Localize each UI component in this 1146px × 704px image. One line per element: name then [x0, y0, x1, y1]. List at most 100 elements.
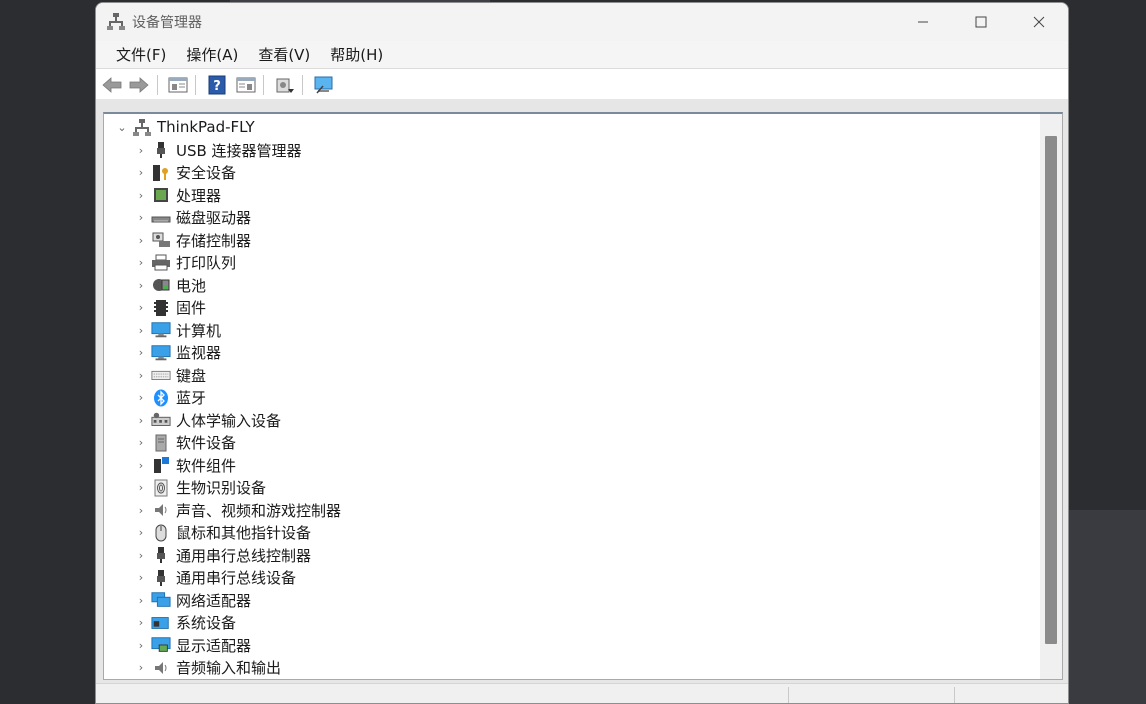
chevron-right-icon[interactable]: ›	[131, 526, 151, 539]
menu-bar: 文件(F) 操作(A) 查看(V) 帮助(H)	[96, 41, 1068, 69]
chevron-right-icon[interactable]: ›	[131, 414, 151, 427]
chevron-right-icon[interactable]: ›	[131, 481, 151, 494]
status-divider	[788, 687, 789, 703]
svg-text:?: ?	[213, 79, 221, 94]
forward-icon	[129, 77, 149, 93]
chevron-right-icon[interactable]: ›	[131, 234, 151, 247]
printer-icon	[151, 254, 171, 272]
tree-node[interactable]: › 打印队列	[131, 252, 236, 274]
device-manager-icon	[107, 12, 125, 30]
tree-node-label: 网络适配器	[176, 591, 252, 610]
title-bar[interactable]: 设备管理器	[96, 3, 1068, 41]
chevron-right-icon[interactable]: ›	[131, 256, 151, 269]
tree-node[interactable]: › 键盘	[131, 364, 206, 386]
scan-hardware-button[interactable]	[312, 74, 336, 96]
chevron-right-icon[interactable]: ›	[131, 639, 151, 652]
usb-device-icon	[151, 569, 171, 587]
chevron-right-icon[interactable]: ›	[131, 616, 151, 629]
tree-node[interactable]: › 通用串行总线设备	[131, 567, 296, 589]
tree-node[interactable]: › 固件	[131, 297, 206, 319]
chevron-right-icon[interactable]: ›	[131, 279, 151, 292]
tree-node[interactable]: › 计算机	[131, 319, 221, 341]
tree-node[interactable]: › 蓝牙	[131, 387, 206, 409]
toolbar-separator	[302, 75, 303, 95]
tree-node[interactable]: › 网络适配器	[131, 589, 251, 611]
tree-node[interactable]: › 安全设备	[131, 162, 236, 184]
chevron-right-icon[interactable]: ›	[131, 436, 151, 449]
tree-node[interactable]: › 存储控制器	[131, 229, 251, 251]
maximize-button[interactable]	[952, 3, 1010, 41]
device-tree[interactable]: ⌄ ThinkPad-FLY › USB 连接器管理器 › 安全设备 › 处理器 › 磁盘驱动…	[103, 112, 1063, 680]
chevron-down-icon[interactable]: ⌄	[112, 121, 132, 134]
tree-node[interactable]: › USB 连接器管理器	[131, 139, 302, 161]
tree-node[interactable]: › 鼠标和其他指针设备	[131, 522, 311, 544]
keyboard-icon	[151, 366, 171, 384]
device-manager-window: 设备管理器 文件(F) 操作(A) 查看(V) 帮助(H) ? ⌄ ThinkP…	[95, 2, 1069, 704]
tree-node-label: 存储控制器	[176, 231, 252, 250]
chevron-right-icon[interactable]: ›	[131, 166, 151, 179]
tree-root-label: ThinkPad-FLY	[157, 118, 255, 136]
display-adapter-icon	[151, 636, 171, 654]
menu-help[interactable]: 帮助(H)	[320, 41, 393, 69]
tree-node[interactable]: › 声音、视频和游戏控制器	[131, 499, 341, 521]
tree-node-label: 通用串行总线设备	[176, 569, 297, 587]
show-hide-pane-icon	[236, 77, 256, 93]
chevron-right-icon[interactable]: ›	[131, 504, 151, 517]
tree-node[interactable]: › 处理器	[131, 184, 221, 206]
tree-node[interactable]: › 软件组件	[131, 454, 236, 476]
help-button[interactable]: ?	[205, 74, 229, 96]
properties-pane-button[interactable]	[166, 74, 190, 96]
toolbar: ?	[96, 70, 1068, 100]
tree-node[interactable]: › 生物识别设备	[131, 477, 266, 499]
forward-button[interactable]	[127, 74, 151, 96]
tree-node-label: USB 连接器管理器	[176, 141, 302, 160]
menu-file[interactable]: 文件(F)	[106, 41, 176, 69]
tree-root-node[interactable]: ⌄ ThinkPad-FLY	[112, 116, 255, 138]
tree-node-label: 电池	[176, 276, 207, 295]
tree-node-label: 显示适配器	[176, 636, 252, 655]
firmware-icon	[151, 299, 171, 317]
chevron-right-icon[interactable]: ›	[131, 346, 151, 359]
tree-node[interactable]: › 显示适配器	[131, 634, 251, 656]
vertical-scrollbar[interactable]	[1040, 114, 1062, 679]
tree-node-label: 蓝牙	[176, 389, 207, 407]
maximize-icon	[975, 16, 987, 28]
biometric-icon	[151, 479, 171, 497]
chevron-right-icon[interactable]: ›	[131, 594, 151, 607]
chevron-right-icon[interactable]: ›	[131, 571, 151, 584]
tree-node-label: 计算机	[176, 321, 222, 340]
menu-view[interactable]: 查看(V)	[248, 41, 320, 69]
chevron-right-icon[interactable]: ›	[131, 144, 151, 157]
minimize-button[interactable]	[894, 3, 952, 41]
chevron-right-icon[interactable]: ›	[131, 324, 151, 337]
update-driver-button[interactable]	[273, 74, 297, 96]
tree-node[interactable]: › 软件设备	[131, 432, 236, 454]
chevron-right-icon[interactable]: ›	[131, 369, 151, 382]
chevron-right-icon[interactable]: ›	[131, 549, 151, 562]
tree-node[interactable]: › 通用串行总线控制器	[131, 544, 311, 566]
tree-node[interactable]: › 音频输入和输出	[131, 657, 281, 679]
usb-controller-icon	[151, 546, 171, 564]
tree-node-label: 系统设备	[176, 614, 237, 632]
scroll-thumb[interactable]	[1045, 136, 1057, 644]
close-button[interactable]	[1010, 3, 1068, 41]
tree-node-label: 通用串行总线控制器	[176, 546, 312, 565]
back-button[interactable]	[100, 74, 124, 96]
chevron-right-icon[interactable]: ›	[131, 189, 151, 202]
chevron-right-icon[interactable]: ›	[131, 459, 151, 472]
hid-icon	[151, 411, 171, 429]
tree-node[interactable]: › 电池	[131, 274, 206, 296]
tree-node-label: 处理器	[176, 186, 222, 205]
chevron-right-icon[interactable]: ›	[131, 301, 151, 314]
tree-node[interactable]: › 系统设备	[131, 612, 236, 634]
toolbar-separator	[157, 75, 158, 95]
tree-node[interactable]: › 磁盘驱动器	[131, 207, 251, 229]
tree-node[interactable]: › 人体学输入设备	[131, 409, 281, 431]
chevron-right-icon[interactable]: ›	[131, 661, 151, 674]
chevron-right-icon[interactable]: ›	[131, 391, 151, 404]
chevron-right-icon[interactable]: ›	[131, 211, 151, 224]
show-hide-pane-button[interactable]	[234, 74, 258, 96]
tree-node[interactable]: › 监视器	[131, 342, 221, 364]
menu-action[interactable]: 操作(A)	[176, 41, 248, 69]
tree-node-label: 安全设备	[176, 164, 237, 182]
